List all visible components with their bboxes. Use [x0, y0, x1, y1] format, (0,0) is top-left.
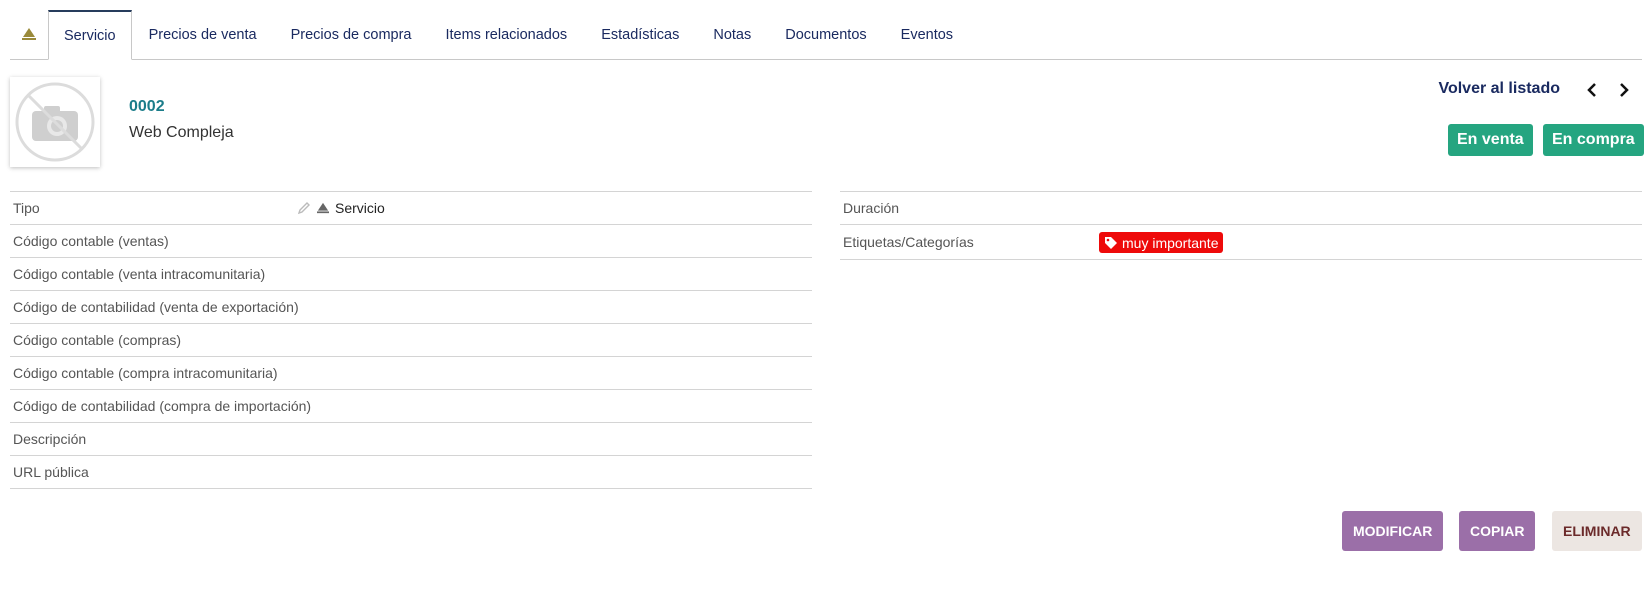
field-row: Código de contabilidad (venta de exporta…: [10, 291, 812, 324]
field-label: URL pública: [13, 464, 89, 480]
field-label: Duración: [843, 200, 900, 216]
product-ref: 0002: [129, 98, 165, 115]
field-label: Código contable (venta intracomunitaria): [13, 266, 266, 282]
field-row: URL pública: [10, 456, 812, 489]
field-row: Código contable (ventas): [10, 225, 812, 258]
tag-icon: [1105, 236, 1117, 249]
type-value: Servicio: [297, 200, 385, 216]
field-row: Descripción: [10, 423, 812, 456]
field-label: Etiquetas/Categorías: [843, 234, 974, 250]
service-bell-icon: [317, 202, 329, 214]
tab-estadisticas[interactable]: Estadísticas: [584, 11, 696, 59]
field-label: Código contable (ventas): [13, 233, 169, 249]
field-row-etiquetas: Etiquetas/Categorías muy importante: [840, 225, 1642, 260]
tab-bar: Servicio Precios de venta Precios de com…: [10, 10, 1642, 60]
tab-notas[interactable]: Notas: [696, 11, 768, 59]
field-row: Código de contabilidad (compra de import…: [10, 390, 812, 423]
tab-documentos[interactable]: Documentos: [768, 11, 883, 59]
tag-label: muy importante: [1122, 234, 1219, 251]
chevron-left-icon[interactable]: [1582, 80, 1602, 100]
field-label: Tipo: [13, 200, 40, 216]
type-value-text: Servicio: [335, 200, 385, 216]
field-row: Código contable (compra intracomunitaria…: [10, 357, 812, 390]
left-fields-table: Tipo Servicio Código contable (ventas) C…: [10, 191, 812, 489]
field-row-duracion: Duración: [840, 192, 1642, 225]
status-buy-badge[interactable]: En compra: [1543, 124, 1644, 156]
product-photo[interactable]: [10, 77, 100, 167]
category-tag[interactable]: muy importante: [1099, 232, 1224, 253]
field-label: Código de contabilidad (compra de import…: [13, 398, 312, 414]
modify-button[interactable]: MODIFICAR: [1342, 511, 1444, 551]
copy-button[interactable]: COPIAR: [1459, 511, 1536, 551]
field-label: Código contable (compras): [13, 332, 182, 348]
tab-precios-venta[interactable]: Precios de venta: [132, 11, 274, 59]
field-label: Código contable (compra intracomunitaria…: [13, 365, 278, 381]
service-bell-icon[interactable]: [10, 9, 48, 59]
tab-items-relacionados[interactable]: Items relacionados: [428, 11, 584, 59]
right-fields-table: Duración Etiquetas/Categorías muy import…: [840, 191, 1642, 260]
back-to-list-link[interactable]: Volver al listado: [1438, 80, 1560, 98]
field-label: Descripción: [13, 431, 87, 447]
field-label: Código de contabilidad (venta de exporta…: [13, 299, 299, 315]
delete-button[interactable]: ELIMINAR: [1552, 511, 1642, 551]
field-row: Código contable (venta intracomunitaria): [10, 258, 812, 291]
field-row-tipo: Tipo Servicio: [10, 192, 812, 225]
chevron-right-icon[interactable]: [1614, 80, 1634, 100]
tab-servicio[interactable]: Servicio: [48, 10, 132, 60]
pencil-icon[interactable]: [297, 201, 311, 215]
product-label: Web Compleja: [129, 124, 234, 141]
field-row: Código contable (compras): [10, 324, 812, 357]
status-sell-badge[interactable]: En venta: [1448, 124, 1533, 156]
tab-precios-compra[interactable]: Precios de compra: [274, 11, 429, 59]
no-photo-icon: [15, 82, 95, 162]
tab-eventos[interactable]: Eventos: [884, 11, 970, 59]
